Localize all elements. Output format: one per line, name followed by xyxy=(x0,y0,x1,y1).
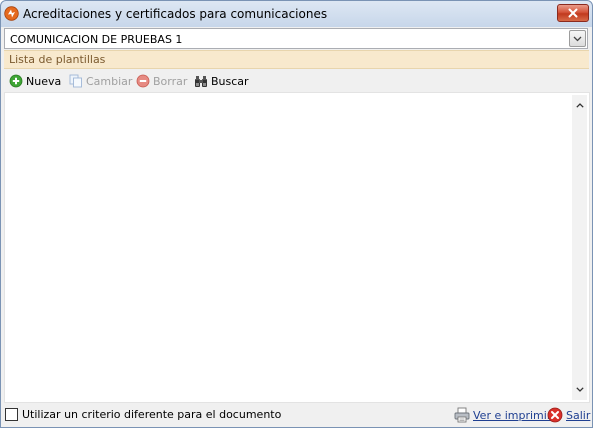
vertical-scrollbar[interactable] xyxy=(572,95,587,400)
templates-list[interactable] xyxy=(4,92,590,403)
view-print-label: Ver e imprimir xyxy=(473,408,552,422)
window-title: Acreditaciones y certificados para comun… xyxy=(23,7,328,21)
new-button-label: Nueva xyxy=(26,74,62,88)
chevron-up-icon xyxy=(575,103,584,108)
different-criteria-option[interactable]: Utilizar un criterio diferente para el d… xyxy=(5,408,281,421)
scroll-down-button[interactable] xyxy=(572,382,587,397)
scroll-up-button[interactable] xyxy=(572,98,587,113)
printer-icon xyxy=(454,407,470,423)
remove-icon xyxy=(136,74,150,88)
communication-select-dropdown-button[interactable] xyxy=(569,30,586,47)
dialog-body: COMUNICACION DE PRUEBAS 1 Lista de plant… xyxy=(4,27,590,426)
search-button-label: Buscar xyxy=(211,74,249,88)
change-button-label: Cambiar xyxy=(86,74,133,88)
add-icon xyxy=(9,74,23,88)
close-icon xyxy=(568,8,578,18)
delete-button[interactable]: Borrar xyxy=(136,73,187,89)
templates-toolbar: Nueva Cambiar Borrar Buscar xyxy=(4,70,589,92)
different-criteria-label: Utilizar un criterio diferente para el d… xyxy=(22,408,282,421)
templates-group-title: Lista de plantillas xyxy=(9,53,106,66)
exit-button[interactable]: Salir xyxy=(547,407,590,423)
delete-button-label: Borrar xyxy=(153,74,188,88)
dialog-window: Acreditaciones y certificados para comun… xyxy=(0,0,593,428)
copy-document-icon xyxy=(69,74,83,88)
new-button[interactable]: Nueva xyxy=(9,73,61,89)
app-logo-icon xyxy=(4,6,19,21)
binoculars-icon xyxy=(194,74,208,88)
exit-label: Salir xyxy=(566,408,591,422)
templates-group-header: Lista de plantillas xyxy=(4,50,589,69)
chevron-down-icon xyxy=(575,387,584,392)
search-button[interactable]: Buscar xyxy=(194,73,249,89)
communication-select[interactable]: COMUNICACION DE PRUEBAS 1 xyxy=(4,28,588,49)
title-bar[interactable]: Acreditaciones y certificados para comun… xyxy=(1,1,592,27)
communication-select-value: COMUNICACION DE PRUEBAS 1 xyxy=(10,33,183,46)
chevron-down-icon xyxy=(573,36,582,41)
dialog-footer: Utilizar un criterio diferente para el d… xyxy=(4,403,590,426)
close-circle-icon xyxy=(547,407,563,423)
view-print-button[interactable]: Ver e imprimir xyxy=(454,407,551,423)
window-close-button[interactable] xyxy=(557,4,589,22)
change-button[interactable]: Cambiar xyxy=(69,73,132,89)
different-criteria-checkbox[interactable] xyxy=(5,408,18,421)
